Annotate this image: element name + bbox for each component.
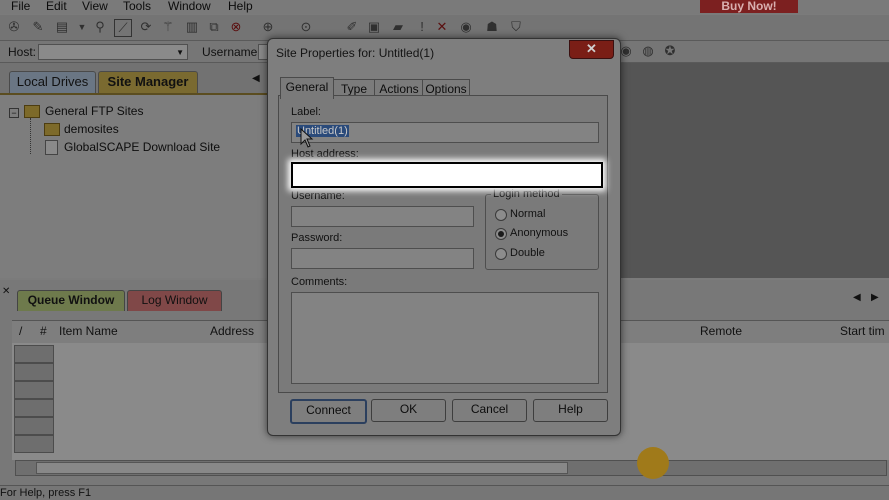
tab-local-drives[interactable]: Local Drives bbox=[9, 71, 96, 94]
delete-icon[interactable]: ✕ bbox=[434, 19, 450, 35]
copy-icon[interactable]: ⧉ bbox=[206, 19, 222, 35]
remote-pane bbox=[620, 63, 889, 278]
site-tree: − General FTP Sites demosites GlobalSCAP… bbox=[0, 93, 270, 278]
queue-row[interactable] bbox=[14, 363, 54, 381]
folder-open-icon bbox=[24, 105, 40, 118]
shield-icon[interactable]: ⛉ bbox=[508, 19, 524, 35]
col-address[interactable]: Address bbox=[210, 324, 254, 338]
tab-log-window[interactable]: Log Window bbox=[127, 290, 222, 311]
disk-icon[interactable]: ◍ bbox=[640, 43, 656, 59]
site-properties-dialog: Site Properties for: Untitled(1) ✕ Gener… bbox=[267, 38, 621, 436]
radio-double[interactable] bbox=[495, 248, 507, 260]
comments-label: Comments: bbox=[291, 276, 348, 288]
stop-icon[interactable]: ⊗ bbox=[228, 19, 244, 35]
radio-normal-label[interactable]: Normal bbox=[510, 208, 545, 220]
power-icon[interactable]: ☗ bbox=[484, 19, 500, 35]
queue-row[interactable] bbox=[14, 381, 54, 399]
col-item-name[interactable]: Item Name bbox=[59, 324, 118, 338]
scroll-right-icon[interactable]: ▶ bbox=[871, 292, 879, 303]
scroll-left-icon[interactable]: ◀ bbox=[853, 292, 861, 303]
filter-icon[interactable]: ⚚ bbox=[160, 19, 176, 35]
label-input[interactable]: Untitled(1) bbox=[291, 122, 599, 143]
menu-help[interactable]: Help bbox=[228, 0, 253, 13]
tab-site-manager[interactable]: Site Manager bbox=[98, 71, 198, 94]
open-book-icon[interactable]: ✇ bbox=[6, 19, 22, 35]
login-method-label: Login method bbox=[491, 188, 562, 200]
tree-line bbox=[30, 118, 32, 154]
tree-item-general-ftp-sites[interactable]: General FTP Sites bbox=[45, 104, 143, 118]
col-start-time[interactable]: Start tim bbox=[840, 324, 885, 338]
dialog-title: Site Properties for: Untitled(1) bbox=[276, 46, 435, 60]
tab-queue-window[interactable]: Queue Window bbox=[17, 290, 125, 311]
site-doc-icon bbox=[45, 140, 58, 155]
general-tab-panel: Label: Untitled(1) Host address: Usernam… bbox=[278, 95, 608, 393]
menu-file[interactable]: File bbox=[11, 0, 30, 13]
username-input[interactable] bbox=[291, 206, 474, 227]
status-text: For Help, press F1 bbox=[0, 487, 92, 499]
password-label: Password: bbox=[291, 232, 343, 244]
print-icon[interactable]: ▥ bbox=[184, 19, 200, 35]
username-label: Username: bbox=[202, 45, 261, 59]
menu-view[interactable]: View bbox=[82, 0, 108, 13]
username-label: Username: bbox=[291, 190, 345, 202]
menu-edit[interactable]: Edit bbox=[46, 0, 67, 13]
new-doc-icon[interactable]: ▤ bbox=[54, 19, 70, 35]
host-label: Host: bbox=[8, 45, 37, 59]
queue-row[interactable] bbox=[14, 345, 54, 363]
edit-icon[interactable]: ✐ bbox=[344, 19, 360, 35]
password-input[interactable] bbox=[291, 248, 474, 269]
radio-anonymous-label[interactable]: Anonymous bbox=[510, 227, 568, 239]
wizard-icon[interactable]: ✪ bbox=[662, 43, 678, 59]
col-status[interactable]: / bbox=[19, 324, 22, 338]
wand-icon[interactable]: ✎ bbox=[30, 19, 46, 35]
radio-anonymous[interactable] bbox=[495, 228, 507, 240]
menu-tools[interactable]: Tools bbox=[123, 0, 151, 13]
connect-icon[interactable]: ⚲ bbox=[92, 19, 108, 35]
upload-icon[interactable]: ⊙ bbox=[298, 19, 314, 35]
scroll-left-icon[interactable]: ◀ bbox=[252, 73, 260, 84]
radio-double-label[interactable]: Double bbox=[510, 247, 545, 259]
folder-icon[interactable]: ▰ bbox=[390, 19, 406, 35]
folder-icon bbox=[44, 123, 60, 136]
host-combobox[interactable]: ▼ bbox=[38, 44, 188, 60]
host-address-label: Host address: bbox=[291, 148, 359, 160]
comments-textarea[interactable] bbox=[291, 292, 599, 384]
label-field-label: Label: bbox=[291, 106, 321, 118]
help-button[interactable]: Help bbox=[533, 399, 608, 422]
refresh-icon[interactable]: ⟳ bbox=[138, 19, 154, 35]
queue-row[interactable] bbox=[14, 435, 54, 453]
disconnect-icon[interactable]: ⟋ bbox=[114, 19, 132, 37]
scroll-thumb[interactable] bbox=[36, 462, 568, 474]
queue-row[interactable] bbox=[14, 399, 54, 417]
chevron-down-icon: ▼ bbox=[176, 48, 184, 57]
important-icon[interactable]: ! bbox=[414, 19, 430, 35]
close-panel-icon[interactable]: ✕ bbox=[2, 286, 10, 297]
sync-icon[interactable]: ◉ bbox=[458, 19, 474, 35]
mouse-cursor-icon bbox=[300, 128, 314, 148]
host-address-input[interactable] bbox=[291, 162, 603, 188]
left-pane-tabs: Local Drives Site Manager ◀ bbox=[0, 63, 270, 94]
menu-window[interactable]: Window bbox=[168, 0, 211, 13]
col-remote[interactable]: Remote bbox=[700, 324, 742, 338]
status-bar: For Help, press F1 bbox=[0, 485, 889, 500]
tree-item-demosites[interactable]: demosites bbox=[64, 122, 119, 136]
compare-icon[interactable]: ▣ bbox=[366, 19, 382, 35]
connect-button[interactable]: Connect bbox=[290, 399, 367, 424]
radio-normal[interactable] bbox=[495, 209, 507, 221]
tree-item-globalscape-download-site[interactable]: GlobalSCAPE Download Site bbox=[64, 140, 220, 154]
queue-row[interactable] bbox=[14, 417, 54, 435]
dropdown-arrow-icon[interactable]: ▼ bbox=[74, 19, 90, 35]
watermark-logo bbox=[637, 447, 669, 479]
ok-button[interactable]: OK bbox=[371, 399, 446, 422]
collapse-icon[interactable]: − bbox=[9, 108, 19, 118]
close-button[interactable]: ✕ bbox=[569, 40, 614, 59]
col-number[interactable]: # bbox=[40, 324, 47, 338]
tab-general[interactable]: General bbox=[280, 77, 334, 99]
buy-now-button[interactable]: Buy Now! bbox=[700, 0, 798, 13]
cancel-button[interactable]: Cancel bbox=[452, 399, 527, 422]
download-icon[interactable]: ⊕ bbox=[260, 19, 276, 35]
horizontal-scrollbar[interactable] bbox=[15, 460, 887, 476]
